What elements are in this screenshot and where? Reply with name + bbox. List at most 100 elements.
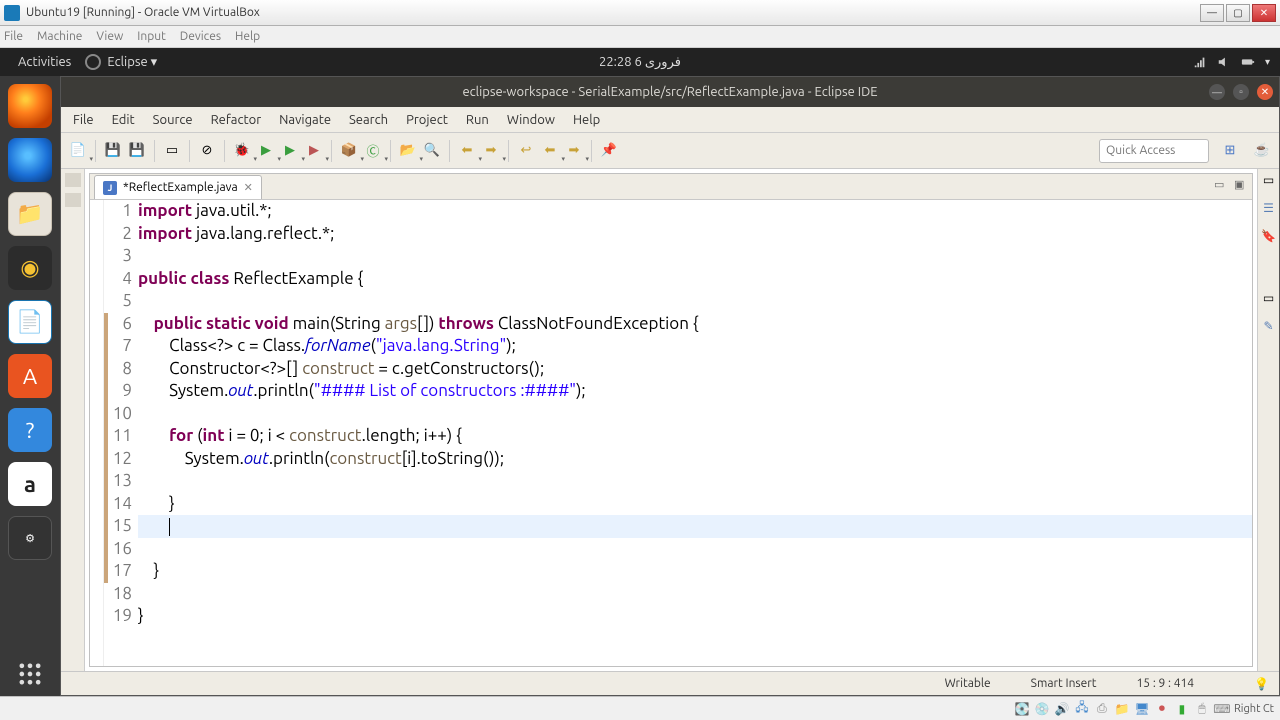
annotation-prev-button[interactable]: ⬅: [456, 140, 478, 162]
dock-javaee[interactable]: ⚙: [8, 516, 52, 560]
dock-help[interactable]: ?: [8, 408, 52, 452]
line-number-gutter[interactable]: 12345678910111213141516171819: [108, 200, 138, 666]
vbox-menu-file[interactable]: File: [4, 30, 23, 43]
display-icon[interactable]: 🖥: [1134, 701, 1150, 717]
menu-navigate[interactable]: Navigate: [271, 110, 339, 130]
skip-breakpoints-button[interactable]: ⊘: [196, 140, 218, 162]
forward-button[interactable]: ➡: [563, 140, 585, 162]
shared-folder-icon[interactable]: 📁: [1114, 701, 1130, 717]
close-button[interactable]: ✕: [1252, 4, 1276, 22]
open-type-button[interactable]: 📂: [397, 140, 419, 162]
vbox-menu-help[interactable]: Help: [235, 30, 260, 43]
dock-amazon[interactable]: a: [8, 462, 52, 506]
virtualbox-menubar: File Machine View Input Devices Help: [0, 26, 1280, 48]
vbox-menu-machine[interactable]: Machine: [37, 30, 82, 43]
menu-run[interactable]: Run: [458, 110, 497, 130]
eclipse-close-button[interactable]: ✕: [1257, 84, 1273, 100]
eclipse-maximize-button[interactable]: ▫: [1233, 84, 1249, 100]
code-content[interactable]: import java.util.*;import java.lang.refl…: [138, 200, 1252, 666]
editor-minimize-button[interactable]: ▭: [1214, 178, 1228, 192]
vbox-menu-input[interactable]: Input: [137, 30, 166, 43]
dock-rhythmbox[interactable]: ◉: [8, 246, 52, 290]
dock-software[interactable]: A: [8, 354, 52, 398]
dock-thunderbird[interactable]: [8, 138, 52, 182]
status-cursor-pos: 15 : 9 : 414: [1137, 677, 1195, 690]
eclipse-icon: [85, 54, 101, 70]
system-tray[interactable]: ▾: [1193, 55, 1270, 69]
menu-help[interactable]: Help: [565, 110, 608, 130]
dock-show-apps[interactable]: [8, 652, 52, 696]
menu-window[interactable]: Window: [499, 110, 563, 130]
menu-edit[interactable]: Edit: [104, 110, 143, 130]
optical-icon[interactable]: 💿: [1034, 701, 1050, 717]
restore-view-button[interactable]: [65, 173, 81, 187]
tasklist-view-button[interactable]: ☰: [1262, 201, 1276, 215]
java-perspective-button[interactable]: ☕: [1251, 140, 1273, 162]
search-button[interactable]: 🔍: [421, 140, 443, 162]
maximize-button[interactable]: ▢: [1226, 4, 1250, 22]
eclipse-window: eclipse-workspace - SerialExample/src/Re…: [60, 76, 1280, 696]
minimize-button[interactable]: —: [1200, 4, 1224, 22]
clock[interactable]: فروری 6 22:28: [599, 55, 681, 70]
app-menu-label: Eclipse ▾: [107, 55, 157, 70]
last-edit-button[interactable]: ↩: [515, 140, 537, 162]
usb-icon[interactable]: ⎙: [1094, 701, 1110, 717]
tab-reflectexample[interactable]: J *ReflectExample.java ✕: [94, 175, 262, 199]
right-trim-stack: ▭ ☰ 🔖 ▭ ✎: [1257, 169, 1279, 671]
dock-firefox[interactable]: [8, 84, 52, 128]
vbox-menu-devices[interactable]: Devices: [180, 30, 221, 43]
activities-button[interactable]: Activities: [10, 55, 79, 69]
restore-view-r1[interactable]: ▭: [1262, 173, 1276, 187]
recording-icon[interactable]: ⏺: [1154, 701, 1170, 717]
cpu-icon[interactable]: ▮: [1174, 701, 1190, 717]
tab-label: *ReflectExample.java: [123, 181, 238, 194]
package-explorer-button[interactable]: [65, 193, 81, 207]
outline-view-button[interactable]: 🔖: [1262, 229, 1276, 243]
debug-button[interactable]: 🐞: [231, 140, 253, 162]
marker-bar[interactable]: [90, 200, 104, 666]
back-button[interactable]: ⬅: [539, 140, 561, 162]
vbox-menu-view[interactable]: View: [96, 30, 123, 43]
tab-close-button[interactable]: ✕: [244, 181, 253, 194]
eclipse-minimize-button[interactable]: —: [1209, 84, 1225, 100]
run-button[interactable]: ▶: [255, 140, 277, 162]
external-tools-button[interactable]: ▶: [303, 140, 325, 162]
quick-access-input[interactable]: Quick Access: [1099, 139, 1209, 163]
pin-button[interactable]: 📌: [598, 140, 620, 162]
annotation-next-button[interactable]: ➡: [480, 140, 502, 162]
status-writable: Writable: [945, 677, 991, 690]
keyboard-icon[interactable]: ⌨: [1214, 701, 1230, 717]
editor-tabbar: J *ReflectExample.java ✕ ▭ ▣: [90, 174, 1252, 200]
restore-view-r2[interactable]: ▭: [1262, 291, 1276, 305]
menu-source[interactable]: Source: [145, 110, 201, 130]
menu-file[interactable]: File: [65, 110, 102, 130]
toggle-breadcrumb-button[interactable]: ▭: [161, 140, 183, 162]
save-button[interactable]: 💾: [102, 140, 124, 162]
problems-view-button[interactable]: ✎: [1262, 319, 1276, 333]
app-menu[interactable]: Eclipse ▾: [85, 54, 157, 70]
network-icon-host[interactable]: 🖧: [1074, 701, 1090, 717]
hdd-icon[interactable]: 💽: [1014, 701, 1030, 717]
eclipse-titlebar: eclipse-workspace - SerialExample/src/Re…: [61, 77, 1279, 107]
menu-refactor[interactable]: Refactor: [203, 110, 270, 130]
save-all-button[interactable]: 💾: [126, 140, 148, 162]
new-java-button[interactable]: 📦: [338, 140, 360, 162]
coverage-button[interactable]: ▶: [279, 140, 301, 162]
menu-project[interactable]: Project: [398, 110, 456, 130]
ubuntu-dock: 📁 ◉ 📄 A ? a ⚙: [0, 76, 60, 696]
host-key-label: Right Ct: [1234, 703, 1274, 715]
mouse-icon[interactable]: 🖱: [1194, 701, 1210, 717]
menu-search[interactable]: Search: [341, 110, 396, 130]
battery-icon: [1241, 55, 1255, 69]
audio-icon[interactable]: 🔊: [1054, 701, 1070, 717]
chevron-down-icon: ▾: [1265, 56, 1270, 68]
new-button[interactable]: 📄: [67, 140, 89, 162]
tip-icon[interactable]: 💡: [1254, 677, 1269, 691]
code-editor[interactable]: 12345678910111213141516171819 import jav…: [90, 200, 1252, 666]
new-class-button[interactable]: Ⓒ: [362, 140, 384, 162]
dock-files[interactable]: 📁: [8, 192, 52, 236]
editor-maximize-button[interactable]: ▣: [1234, 178, 1248, 192]
open-perspective-button[interactable]: ⊞: [1219, 140, 1241, 162]
eclipse-toolbar: 📄 💾 💾 ▭ ⊘ 🐞 ▶ ▶ ▶ 📦 Ⓒ 📂 🔍 ⬅ ➡ ↩ ⬅ ➡ 📌 Qu…: [61, 133, 1279, 169]
dock-writer[interactable]: 📄: [8, 300, 52, 344]
